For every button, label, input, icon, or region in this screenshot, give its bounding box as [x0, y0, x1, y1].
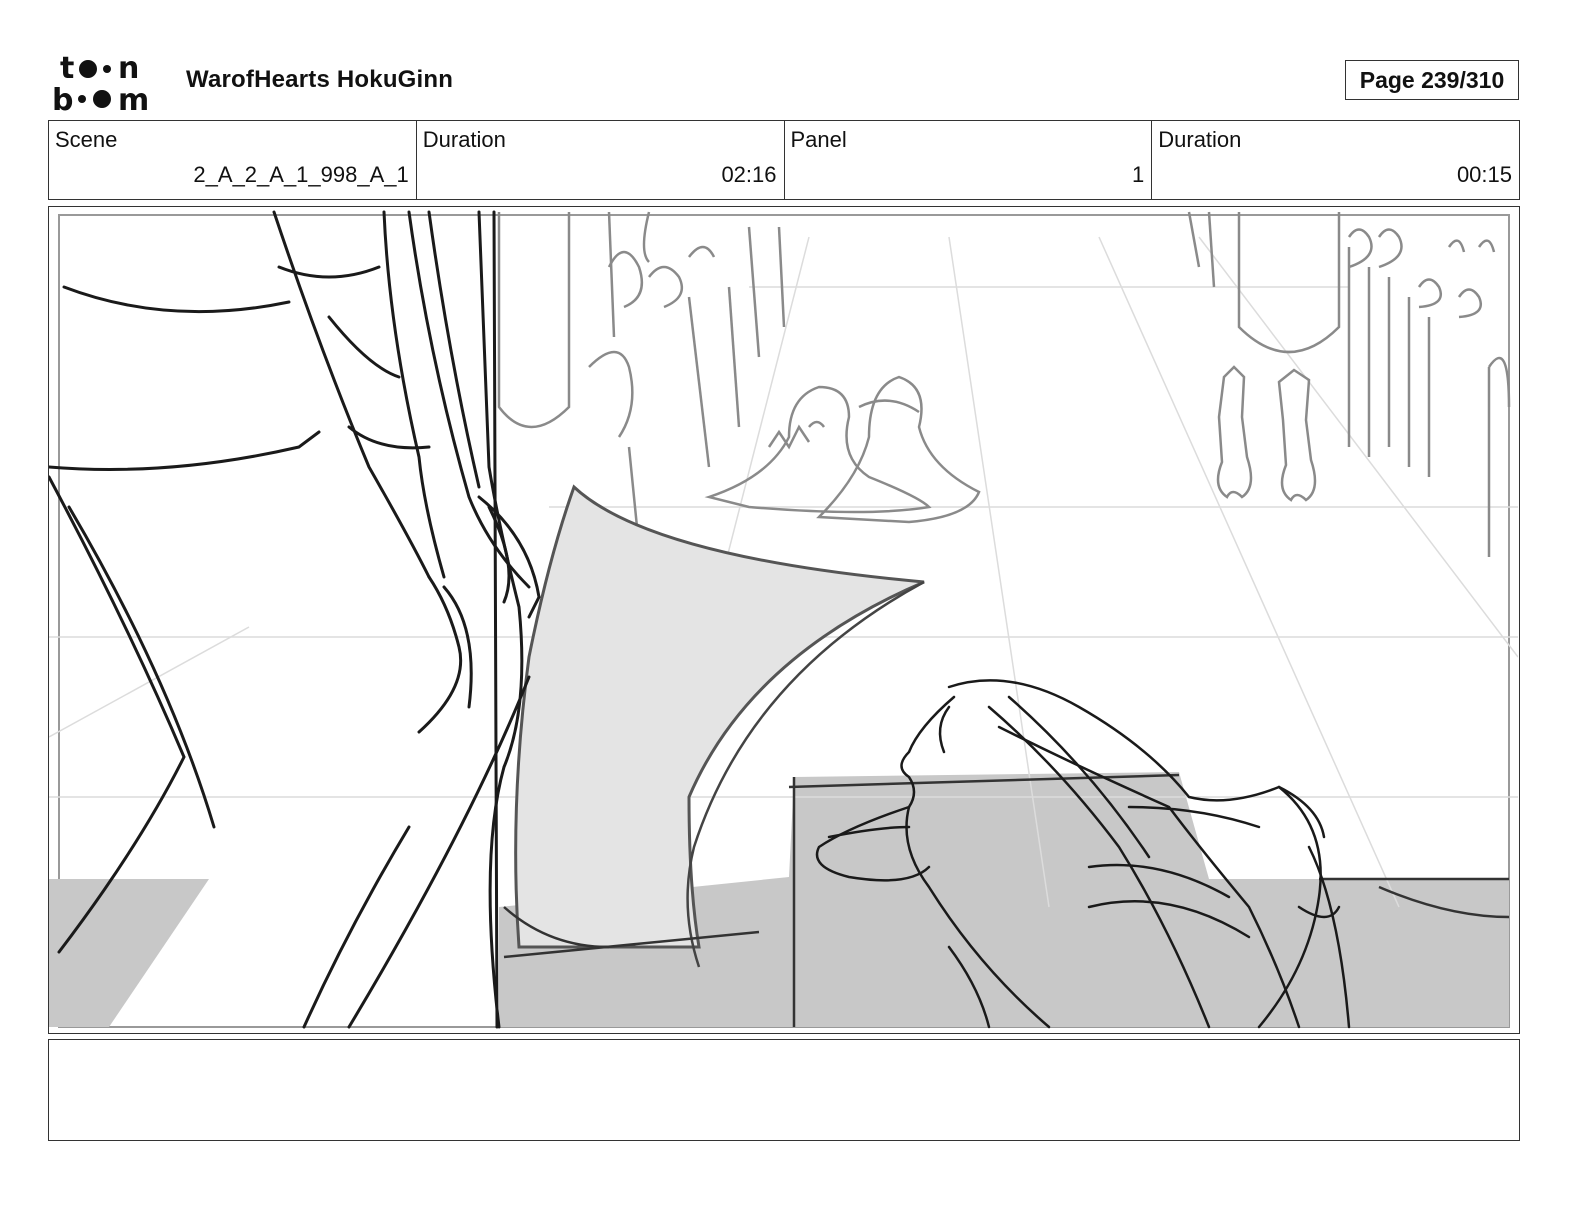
storyboard-panel	[48, 206, 1520, 1034]
floor-shade	[49, 879, 209, 1027]
kneeling-figure-right	[816, 375, 981, 524]
standing-figure-2	[1277, 368, 1317, 502]
scene-value: 2_A_2_A_1_998_A_1	[193, 162, 409, 187]
panel-sketch	[49, 210, 1518, 1029]
page-number: Page 239/310	[1345, 60, 1519, 100]
scene-label: Scene	[55, 127, 118, 152]
panel-duration-cell: Duration 00:15	[1152, 121, 1519, 199]
panel-value: 1	[1132, 162, 1145, 187]
scene-info-table: Scene 2_A_2_A_1_998_A_1 Duration 02:16 P…	[48, 120, 1520, 200]
scene-cell: Scene 2_A_2_A_1_998_A_1	[49, 121, 417, 199]
panel-duration-value: 00:15	[1456, 162, 1512, 187]
panel-duration-label: Duration	[1158, 127, 1242, 152]
svg-text:n: n	[118, 51, 139, 86]
standing-figure-1	[1216, 365, 1253, 499]
toon-boom-logo: t n b m	[52, 51, 149, 114]
scene-duration-cell: Duration 02:16	[417, 121, 785, 199]
panel-label: Panel	[790, 127, 847, 152]
svg-text:m: m	[118, 83, 149, 114]
svg-text:b: b	[52, 83, 73, 114]
panel-notes-box	[48, 1039, 1520, 1141]
project-title: WarofHearts HokuGinn	[186, 66, 454, 93]
scene-duration-label: Duration	[422, 127, 506, 152]
scene-duration-value: 02:16	[721, 162, 777, 187]
background-crowd	[497, 211, 1511, 557]
kneeling-figure-left	[704, 385, 932, 514]
svg-text:t: t	[60, 51, 74, 86]
panel-cell: Panel 1	[785, 121, 1153, 199]
